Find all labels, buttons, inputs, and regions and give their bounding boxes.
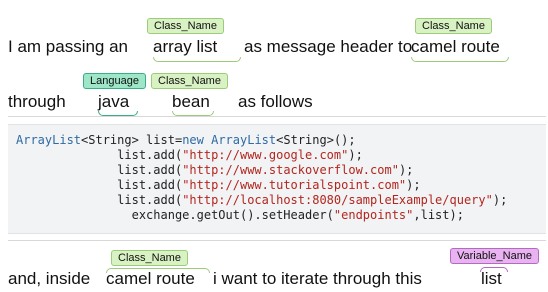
entity-text-list: list — [481, 269, 502, 288]
sentence-text: i want to iterate through this — [213, 269, 422, 288]
annotated-sentence-top: Class_Name Class_Name I am passing an ar… — [8, 0, 546, 117]
code-line: ArrayList<String> list=new ArrayList<Str… — [16, 133, 356, 147]
code-line: list.add("http://www.tutorialspoint.com"… — [117, 178, 421, 192]
entity-tag-language: Language — [83, 73, 146, 89]
entity-tag-class-name: Class_Name — [147, 18, 224, 34]
entity-underline — [411, 57, 509, 62]
sentence-text: and, inside — [8, 269, 91, 288]
entity-underline — [98, 111, 138, 116]
code-line: list.add("http://www.google.com"); — [117, 148, 363, 162]
sentence-text: as follows — [238, 92, 313, 111]
code-block: ArrayList<String> list=new ArrayList<Str… — [8, 124, 546, 234]
annotated-sentence-bottom: Class_Name Variable_Name and, inside cam… — [8, 240, 546, 292]
sentence-text: as message header to — [244, 37, 413, 56]
entity-text-java: java — [98, 92, 130, 111]
entity-tag-class-name: Class_Name — [151, 73, 228, 89]
sentence-text: through — [8, 92, 66, 111]
entity-tag-variable-name: Variable_Name — [450, 248, 540, 264]
entity-underline — [172, 111, 214, 116]
entity-text-camel-route: camel route — [411, 37, 500, 56]
entity-underline — [480, 267, 508, 272]
code-line: exchange.getOut().setHeader("endpoints",… — [131, 208, 464, 222]
code-line: list.add("http://localhost:8080/sampleEx… — [117, 193, 508, 207]
entity-tag-class-name: Class_Name — [415, 18, 492, 34]
code-snippet: ArrayList<String> list=new ArrayList<Str… — [16, 133, 507, 223]
sentence-text: I am passing an — [8, 37, 129, 56]
entity-underline — [153, 57, 241, 62]
entity-text-bean: bean — [172, 92, 210, 111]
entity-text-array-list: array list — [153, 37, 218, 56]
entity-underline — [106, 268, 210, 273]
entity-tag-class-name: Class_Name — [111, 250, 188, 266]
code-line: list.add("http://www.stackoverflow.com")… — [117, 163, 414, 177]
